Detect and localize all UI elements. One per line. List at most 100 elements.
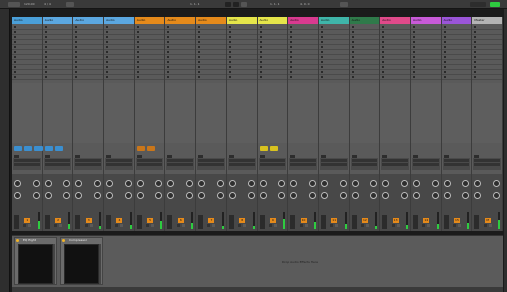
record-button[interactable] bbox=[241, 2, 247, 7]
solo-button[interactable] bbox=[238, 224, 242, 227]
solo-button[interactable] bbox=[207, 224, 211, 227]
solo-button[interactable] bbox=[360, 224, 364, 227]
track-title-bar[interactable]: Audio bbox=[318, 17, 349, 24]
send-c-knob[interactable] bbox=[247, 192, 255, 199]
track-title-bar[interactable]: Master bbox=[472, 17, 502, 24]
send-a-knob[interactable] bbox=[412, 180, 420, 187]
stop-button[interactable] bbox=[233, 2, 239, 7]
track-activator[interactable]: 8 bbox=[239, 218, 246, 223]
track-activator[interactable]: M bbox=[484, 218, 491, 223]
monitor-chooser[interactable] bbox=[75, 163, 102, 166]
monitor-chooser[interactable] bbox=[136, 163, 163, 166]
clip-slot[interactable] bbox=[73, 75, 104, 80]
arm-button[interactable] bbox=[396, 224, 400, 227]
device-title[interactable]: EQ Eight bbox=[15, 238, 56, 243]
solo-button[interactable] bbox=[391, 224, 395, 227]
clip[interactable] bbox=[136, 146, 145, 151]
clip-slot[interactable] bbox=[410, 75, 441, 80]
pan-knob[interactable] bbox=[44, 192, 52, 199]
monitor-chooser[interactable] bbox=[351, 163, 378, 166]
send-c-knob[interactable] bbox=[278, 192, 286, 199]
audio-from-chooser[interactable] bbox=[228, 159, 255, 162]
draw-mode-button[interactable] bbox=[340, 2, 348, 7]
arm-button[interactable] bbox=[335, 224, 339, 227]
device-scrollbar[interactable] bbox=[99, 244, 101, 284]
send-b-knob[interactable] bbox=[247, 180, 255, 187]
send-c-knob[interactable] bbox=[431, 192, 439, 199]
send-b-knob[interactable] bbox=[32, 180, 40, 187]
track-title-bar[interactable]: Audio bbox=[380, 17, 410, 24]
monitor-chooser[interactable] bbox=[14, 163, 40, 166]
audio-from-chooser[interactable] bbox=[198, 159, 224, 162]
send-b-knob[interactable] bbox=[216, 180, 224, 187]
clip[interactable] bbox=[54, 146, 64, 151]
clip-slot[interactable] bbox=[288, 75, 318, 80]
pan-knob[interactable] bbox=[443, 192, 451, 199]
send-c-knob[interactable] bbox=[462, 192, 470, 199]
send-c-knob[interactable] bbox=[32, 192, 40, 199]
volume-fader[interactable] bbox=[474, 215, 480, 229]
track-activator[interactable]: 2 bbox=[55, 218, 62, 223]
pan-knob[interactable] bbox=[259, 192, 267, 199]
solo-button[interactable] bbox=[176, 224, 180, 227]
clip-slot[interactable] bbox=[318, 75, 349, 80]
monitor-chooser[interactable] bbox=[44, 163, 71, 166]
send-a-knob[interactable] bbox=[44, 180, 52, 187]
arm-button[interactable] bbox=[28, 224, 32, 227]
send-c-knob[interactable] bbox=[155, 192, 163, 199]
arm-button[interactable] bbox=[212, 224, 216, 227]
solo-button[interactable] bbox=[54, 224, 58, 227]
track-activator[interactable]: 11 bbox=[331, 218, 338, 223]
clip-slot[interactable] bbox=[196, 75, 226, 80]
audio-from-chooser[interactable] bbox=[474, 159, 500, 162]
track-title-bar[interactable]: Audio bbox=[257, 17, 288, 24]
volume-fader[interactable] bbox=[228, 215, 234, 229]
arm-button[interactable] bbox=[488, 224, 492, 227]
clip-slot[interactable] bbox=[257, 75, 288, 80]
send-a-knob[interactable] bbox=[167, 180, 175, 187]
send-b-knob[interactable] bbox=[278, 180, 286, 187]
monitor-chooser[interactable] bbox=[167, 163, 194, 166]
volume-fader[interactable] bbox=[382, 215, 388, 229]
audio-from-chooser[interactable] bbox=[136, 159, 163, 162]
track-title-bar[interactable]: Audio bbox=[196, 17, 226, 24]
send-b-knob[interactable] bbox=[308, 180, 316, 187]
pan-knob[interactable] bbox=[106, 192, 114, 199]
monitor-chooser[interactable] bbox=[412, 163, 439, 166]
pan-knob[interactable] bbox=[136, 192, 144, 199]
send-b-knob[interactable] bbox=[493, 180, 500, 187]
send-c-knob[interactable] bbox=[400, 192, 408, 199]
monitor-chooser[interactable] bbox=[320, 163, 347, 166]
pan-knob[interactable] bbox=[382, 192, 390, 199]
pan-knob[interactable] bbox=[320, 192, 328, 199]
track-title-bar[interactable]: Audio bbox=[288, 17, 318, 24]
send-c-knob[interactable] bbox=[63, 192, 71, 199]
clip-slot[interactable] bbox=[134, 75, 165, 80]
clip[interactable] bbox=[34, 146, 43, 151]
clip-slot[interactable] bbox=[165, 75, 196, 80]
solo-button[interactable] bbox=[146, 224, 150, 227]
track-activator[interactable]: 13 bbox=[392, 218, 399, 223]
arm-button[interactable] bbox=[59, 224, 63, 227]
pan-knob[interactable] bbox=[474, 192, 482, 199]
pan-knob[interactable] bbox=[14, 192, 21, 199]
audio-from-chooser[interactable] bbox=[443, 159, 470, 162]
track-title-bar[interactable]: Audio bbox=[12, 17, 42, 24]
clip-slot[interactable] bbox=[349, 75, 380, 80]
track-activator[interactable]: 3 bbox=[85, 218, 92, 223]
clip[interactable] bbox=[259, 146, 268, 151]
track-activator[interactable]: 14 bbox=[423, 218, 430, 223]
track-activator[interactable]: 12 bbox=[361, 218, 368, 223]
clip[interactable] bbox=[14, 146, 23, 151]
audio-from-chooser[interactable] bbox=[290, 159, 316, 162]
volume-fader[interactable] bbox=[259, 215, 265, 229]
pan-knob[interactable] bbox=[167, 192, 175, 199]
volume-fader[interactable] bbox=[290, 215, 296, 229]
arm-button[interactable] bbox=[365, 224, 369, 227]
send-b-knob[interactable] bbox=[186, 180, 194, 187]
solo-button[interactable] bbox=[422, 224, 426, 227]
track-title-bar[interactable]: Audio bbox=[42, 17, 73, 24]
audio-from-chooser[interactable] bbox=[259, 159, 286, 162]
time-signature[interactable]: 4 / 4 bbox=[44, 1, 51, 7]
arm-button[interactable] bbox=[181, 224, 185, 227]
